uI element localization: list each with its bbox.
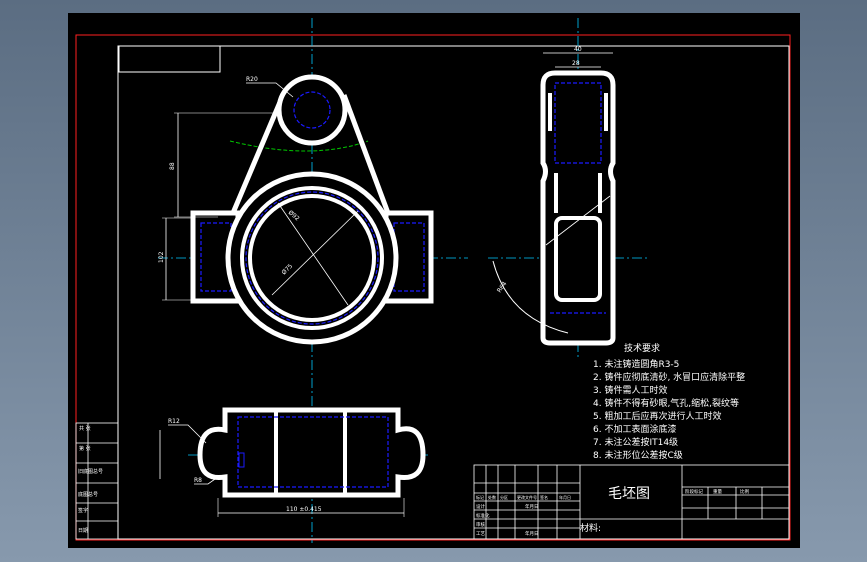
- side-table-row: 共 张: [79, 425, 91, 432]
- title-left-row: 设计: [476, 503, 485, 510]
- side-table: [75, 422, 119, 540]
- title-right-header: 比例: [740, 488, 749, 495]
- tech-req-item: 8. 未注形位公差按C级: [593, 449, 683, 461]
- title-header-cell: 年月日: [559, 494, 571, 500]
- title-left-row: 审核: [476, 521, 485, 528]
- r12-label: R12: [168, 418, 180, 425]
- side-window: [554, 216, 602, 302]
- title-header-cell: 更改文件号: [517, 494, 537, 500]
- top-boss-outer: [276, 74, 348, 146]
- title-right-header: 重量: [713, 488, 722, 495]
- title-header-cell: 分区: [500, 494, 508, 500]
- tech-req-item: 2. 铸件应彻底清砂, 水冒口应清除平整: [593, 371, 745, 383]
- title-header-cell: 签名: [540, 494, 548, 500]
- title-left-date: 年月日: [525, 503, 539, 510]
- title-left-row: 工艺: [476, 531, 485, 537]
- dim-40-label: 40: [574, 46, 582, 53]
- tech-req-item: 1. 未注铸造圆角R3-5: [593, 358, 679, 370]
- tech-req-heading: 技术要求: [624, 342, 660, 354]
- side-table-row: 签字: [78, 507, 88, 514]
- title-left-date: 年月日: [525, 530, 539, 537]
- tech-req-item: 7. 未注公差按IT14级: [593, 436, 678, 448]
- cad-drawing: Ø75 Ø92 R20 88 102 R64 40 28 R12 R8 110 …: [75, 18, 791, 543]
- code-box: [118, 45, 221, 73]
- tech-req-item: 3. 铸件需人工时效: [593, 384, 667, 396]
- side-outer-profile: [540, 70, 616, 346]
- dim-28-label: 28: [572, 60, 580, 67]
- top-view-outline: [197, 407, 426, 498]
- top-view: R12 R8 110 ±0.415: [159, 407, 428, 517]
- title-right-header: 阶段标记: [685, 488, 703, 495]
- title-block: [473, 464, 790, 540]
- r20-label: R20: [246, 76, 258, 83]
- side-view: R64 40 28: [488, 18, 648, 358]
- side-table-row: 第 张: [79, 445, 91, 452]
- part-name: 毛坯图: [608, 486, 650, 502]
- tech-req-item: 6. 不加工表面涂底漆: [593, 423, 676, 435]
- tech-req-item: 4. 铸件不得有砂眼,气孔,缩松,裂纹等: [593, 397, 739, 409]
- title-header-cell: 处数: [488, 494, 496, 500]
- side-table-row: 旧底图总号: [78, 468, 103, 475]
- hub-outer: [225, 171, 399, 345]
- title-left-row: 标准化: [476, 512, 490, 519]
- dim-110-label: 110 ±0.415: [286, 506, 322, 513]
- dim-102-label: 102: [158, 251, 165, 263]
- side-table-row: 日期: [78, 528, 88, 534]
- side-table-row: 底图总号: [78, 491, 98, 498]
- title-header-cell: 标记: [476, 494, 484, 500]
- tech-req-item: 5. 粗加工后应再次进行人工时效: [593, 410, 721, 422]
- dim-88-label: 88: [169, 162, 176, 170]
- material-label: 材料:: [580, 522, 601, 534]
- drawing-canvas: Ø75 Ø92 R20 88 102 R64 40 28 R12 R8 110 …: [68, 13, 800, 548]
- r8-label: R8: [194, 477, 202, 484]
- technical-requirements: 技术要求 1. 未注铸造圆角R3-5 2. 铸件应彻底清砂, 水冒口应清除平整 …: [593, 342, 745, 461]
